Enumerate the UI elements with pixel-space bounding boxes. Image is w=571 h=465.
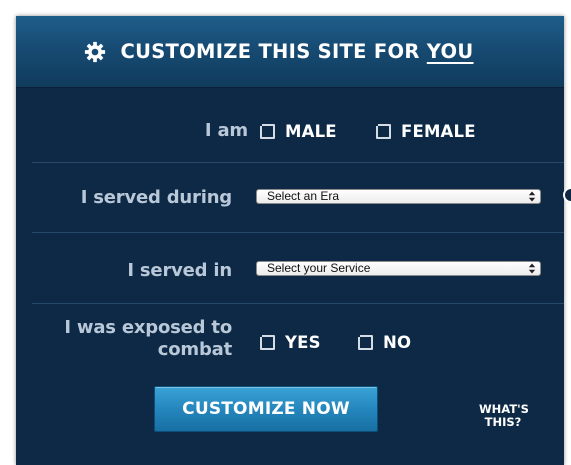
yes-option[interactable]: YES: [258, 333, 321, 352]
male-checkbox[interactable]: [258, 122, 275, 139]
female-option[interactable]: FEMALE: [374, 122, 476, 141]
customize-panel: CUSTOMIZE THIS SITE FOR YOU I am MALE FE…: [16, 16, 564, 465]
combat-label-line1: I was exposed to: [64, 317, 232, 338]
male-label: MALE: [285, 122, 337, 141]
service-select[interactable]: Select your Service: [256, 261, 541, 276]
gender-label: I am: [204, 120, 248, 141]
row-divider: [32, 162, 564, 163]
yes-label: YES: [285, 333, 321, 352]
female-label: FEMALE: [401, 122, 476, 141]
row-divider: [32, 232, 564, 233]
edge-circle-control[interactable]: [563, 187, 571, 203]
page-title: CUSTOMIZE THIS SITE FOR YOU: [120, 40, 473, 63]
era-select[interactable]: Select an Era: [256, 189, 541, 204]
whats-this-line2: THIS?: [484, 415, 522, 429]
select-arrows-icon: [528, 191, 536, 202]
select-arrows-icon: [528, 263, 536, 274]
no-option[interactable]: NO: [356, 333, 412, 352]
page-title-emphasis: YOU: [426, 40, 474, 63]
era-select-value: Select an Era: [267, 189, 340, 203]
combat-label: I was exposed to combat: [64, 317, 232, 361]
service-label: I served in: [127, 260, 232, 281]
no-checkbox[interactable]: [356, 333, 373, 350]
yes-checkbox[interactable]: [258, 333, 275, 350]
female-checkbox[interactable]: [374, 122, 391, 139]
male-option[interactable]: MALE: [258, 122, 337, 141]
combat-label-line2: combat: [157, 339, 232, 360]
gear-icon: [85, 41, 106, 62]
whats-this-link[interactable]: WHAT'S THIS?: [479, 403, 529, 429]
panel-header: CUSTOMIZE THIS SITE FOR YOU: [16, 16, 564, 88]
no-label: NO: [383, 333, 412, 352]
era-label: I served during: [80, 187, 233, 208]
customize-now-button[interactable]: CUSTOMIZE NOW: [154, 386, 378, 432]
row-divider: [32, 303, 564, 304]
page-title-prefix: CUSTOMIZE THIS SITE FOR: [120, 40, 420, 63]
service-select-value: Select your Service: [267, 261, 371, 275]
header-content: CUSTOMIZE THIS SITE FOR YOU: [16, 16, 553, 87]
